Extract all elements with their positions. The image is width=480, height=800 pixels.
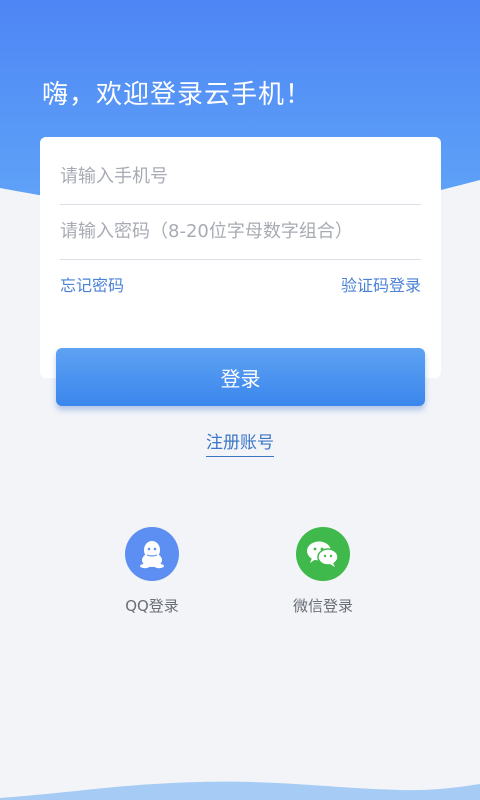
password-input[interactable] [60, 221, 421, 242]
wechat-icon [307, 541, 339, 567]
phone-field [60, 149, 421, 205]
sms-login-link[interactable]: 验证码登录 [341, 272, 421, 296]
bottom-wave-decoration [0, 781, 480, 800]
phone-input[interactable] [60, 166, 421, 187]
qq-icon [140, 541, 164, 569]
register-link[interactable]: 注册账号 [206, 433, 274, 457]
wechat-login-button[interactable] [296, 527, 350, 581]
auth-links-row: 忘记密码 验证码登录 [60, 272, 421, 296]
qq-login-label: QQ登录 [125, 597, 179, 615]
qq-login-option[interactable]: QQ登录 [97, 527, 207, 616]
login-card: 忘记密码 验证码登录 [40, 137, 441, 378]
forgot-password-link[interactable]: 忘记密码 [60, 272, 124, 296]
login-button[interactable]: 登录 [56, 348, 425, 406]
qq-login-button[interactable] [125, 527, 179, 581]
register-row: 注册账号 [0, 428, 480, 457]
wechat-login-option[interactable]: 微信登录 [268, 527, 378, 616]
wechat-login-label: 微信登录 [292, 597, 353, 615]
welcome-title: 嗨，欢迎登录云手机！ [42, 80, 313, 110]
password-field [60, 204, 421, 260]
